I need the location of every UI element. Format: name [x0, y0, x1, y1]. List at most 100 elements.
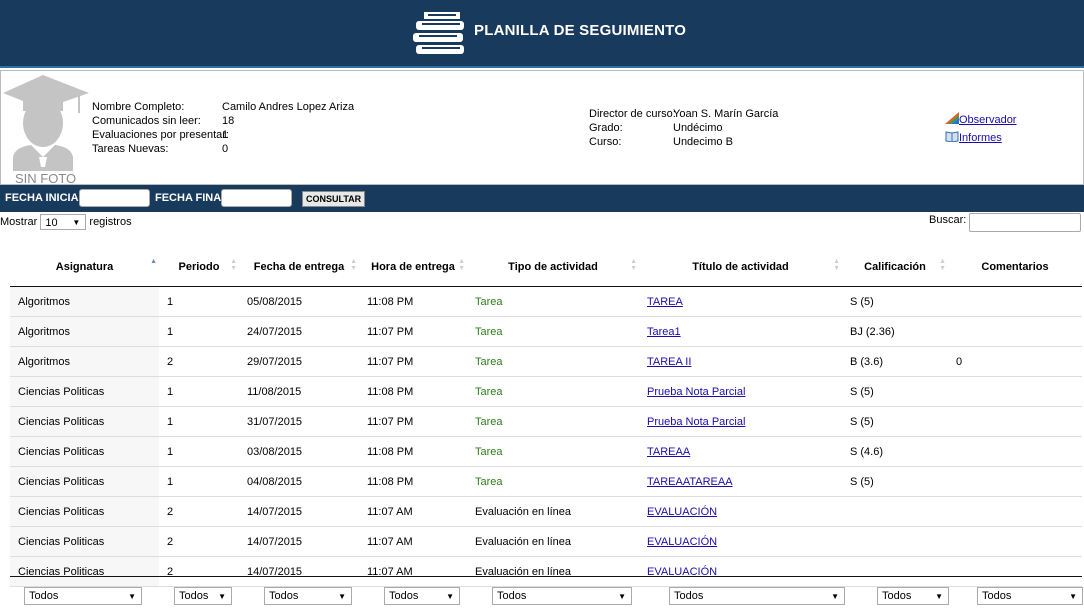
column-filter-select[interactable]: Todos ▼	[669, 587, 845, 605]
cell-tipo: Tarea	[467, 316, 639, 347]
chevron-down-icon: ▼	[831, 592, 839, 601]
activity-link[interactable]: TAREA II	[647, 356, 691, 368]
cell-titulo[interactable]: Prueba Nota Parcial	[639, 376, 842, 407]
cell-periodo: 2	[159, 526, 239, 557]
cell-hora: 11:07 AM	[359, 526, 467, 557]
col-periodo[interactable]: Periodo ▲ ▼	[159, 248, 239, 287]
column-filter-select[interactable]: Todos ▼	[977, 587, 1083, 605]
cell-calificacion: S (4.6)	[842, 436, 948, 467]
cell-calificacion	[842, 526, 948, 557]
field-nombre: Nombre Completo: Camilo Andres Lopez Ariz…	[92, 101, 355, 113]
col-asignatura[interactable]: Asignatura ▲	[10, 248, 159, 287]
activity-link[interactable]: Prueba Nota Parcial	[647, 386, 745, 398]
activity-link[interactable]: Tarea1	[647, 326, 681, 338]
table-header-row: Asignatura ▲ Periodo ▲ ▼ Fecha de entrega ▲ ▼…	[10, 248, 1082, 287]
cell-fecha: 04/08/2015	[239, 466, 359, 497]
activity-link[interactable]: EVALUACIÓN	[647, 506, 717, 518]
cell-periodo: 2	[159, 346, 239, 377]
cell-calificacion: B (3.6)	[842, 346, 948, 377]
cell-asignatura: Algoritmos	[10, 316, 159, 347]
graduate-placeholder-icon	[3, 75, 89, 171]
table-row: Ciencias Politicas 1 03/08/2015 11:08 PM Tar…	[10, 436, 1082, 467]
cell-titulo[interactable]: EVALUACIÓN	[639, 526, 842, 557]
cell-tipo: Tarea	[467, 286, 639, 317]
cell-asignatura: Algoritmos	[10, 346, 159, 377]
col-titulo[interactable]: Título de actividad ▲ ▼	[639, 248, 842, 287]
date-filter-bar: FECHA INICIAL: FECHA FINAL: CONSULTAR	[0, 185, 1084, 212]
chevron-down-icon: ▼	[218, 592, 226, 601]
cell-periodo: 1	[159, 466, 239, 497]
col-fecha[interactable]: Fecha de entrega ▲ ▼	[239, 248, 359, 287]
column-filter-select[interactable]: Todos ▼	[174, 587, 232, 605]
column-filter-select[interactable]: Todos ▼	[264, 587, 352, 605]
column-filter-select[interactable]: Todos ▼	[384, 587, 460, 605]
course-fields: Director de curso:Yoan S. Marín García G…	[589, 107, 778, 149]
cell-titulo[interactable]: TAREAA	[639, 436, 842, 467]
table-row: Ciencias Politicas 1 04/08/2015 11:08 PM Tar…	[10, 466, 1082, 497]
cell-asignatura: Ciencias Politicas	[10, 436, 159, 467]
table-row: Algoritmos 1 05/08/2015 11:08 PM Tarea TAREA S…	[10, 286, 1082, 317]
consultar-button[interactable]: CONSULTAR	[302, 191, 366, 207]
cell-asignatura: Ciencias Politicas	[10, 406, 159, 437]
cell-titulo[interactable]: TAREA	[639, 286, 842, 317]
cell-periodo: 1	[159, 436, 239, 467]
cell-titulo[interactable]: EVALUACIÓN	[639, 496, 842, 527]
activity-link[interactable]: TAREA	[647, 296, 683, 308]
cell-comentarios	[948, 436, 1082, 467]
page-length-select[interactable]: 10 ▼	[40, 214, 87, 230]
column-filter-row: Todos ▼ Todos ▼ Todos ▼ Todos ▼ Todos ▼ Todos ▼ Todo…	[10, 576, 1083, 611]
activity-link[interactable]: Prueba Nota Parcial	[647, 416, 745, 428]
show-prefix: Mostrar	[0, 215, 38, 228]
cell-hora: 11:08 PM	[359, 376, 467, 407]
table-row: Ciencias Politicas 2 14/07/2015 11:07 AM Eva…	[10, 526, 1082, 557]
observador-link[interactable]: Observador	[959, 114, 1016, 126]
sort-both-icon: ▲ ▼	[833, 258, 840, 272]
page-title: PLANILLA DE SEGUIMIENTO	[474, 22, 687, 39]
table-row: Algoritmos 2 29/07/2015 11:07 PM Tarea TAREA …	[10, 346, 1082, 377]
cell-hora: 11:08 PM	[359, 286, 467, 317]
cell-fecha: 24/07/2015	[239, 316, 359, 347]
show-suffix: registros	[89, 215, 132, 228]
fecha-inicial-input[interactable]	[79, 189, 150, 207]
cell-hora: 11:07 AM	[359, 496, 467, 527]
table-row: Ciencias Politicas 1 11/08/2015 11:08 PM Tar…	[10, 376, 1082, 407]
cell-titulo[interactable]: Tarea1	[639, 316, 842, 347]
column-filter-select[interactable]: Todos ▼	[492, 587, 632, 605]
cell-asignatura: Ciencias Politicas	[10, 376, 159, 407]
activity-link[interactable]: TAREAA	[647, 446, 690, 458]
activity-link[interactable]: EVALUACIÓN	[647, 536, 717, 548]
fecha-inicial-label: FECHA INICIAL:	[5, 192, 89, 204]
col-calificacion[interactable]: Calificación ▲ ▼	[842, 248, 948, 287]
cell-titulo[interactable]: TAREAATAREAA	[639, 466, 842, 497]
column-filter-select[interactable]: Todos ▼	[877, 587, 949, 605]
sort-asc-icon: ▲	[150, 258, 157, 265]
page-length-control: Mostrar 10 ▼ registros	[0, 214, 132, 230]
search-input[interactable]	[969, 213, 1081, 232]
col-comentarios[interactable]: Comentarios	[948, 248, 1082, 287]
no-photo-caption: SIN FOTO	[15, 171, 77, 186]
cell-titulo[interactable]: Prueba Nota Parcial	[639, 406, 842, 437]
cell-tipo: Tarea	[467, 346, 639, 377]
cell-tipo: Tarea	[467, 436, 639, 467]
cell-asignatura: Ciencias Politicas	[10, 466, 159, 497]
field-tareas: Tareas Nuevas: 0	[92, 143, 229, 155]
cell-comentarios	[948, 376, 1082, 407]
cell-calificacion	[842, 496, 948, 527]
informes-link[interactable]: Informes	[959, 132, 1002, 144]
cell-comentarios	[948, 316, 1082, 347]
col-hora[interactable]: Hora de entrega ▲ ▼	[359, 248, 467, 287]
chevron-down-icon: ▼	[1069, 592, 1077, 601]
cell-calificacion: BJ (2.36)	[842, 316, 948, 347]
cell-calificacion: S (5)	[842, 466, 948, 497]
table-search: Buscar:	[929, 213, 1081, 232]
col-tipo[interactable]: Tipo de actividad ▲ ▼	[467, 248, 639, 287]
observer-chart-icon	[945, 112, 959, 124]
cell-comentarios	[948, 466, 1082, 497]
column-filter-select[interactable]: Todos ▼	[24, 587, 142, 605]
activity-link[interactable]: TAREAATAREAA	[647, 476, 733, 488]
cell-titulo[interactable]: TAREA II	[639, 346, 842, 377]
fecha-final-input[interactable]	[221, 189, 292, 207]
field-curso: Curso: Undecimo B	[589, 136, 733, 148]
student-fields: Nombre Completo: Camilo Andres Lopez Ariz…	[92, 100, 354, 156]
cell-periodo: 2	[159, 496, 239, 527]
